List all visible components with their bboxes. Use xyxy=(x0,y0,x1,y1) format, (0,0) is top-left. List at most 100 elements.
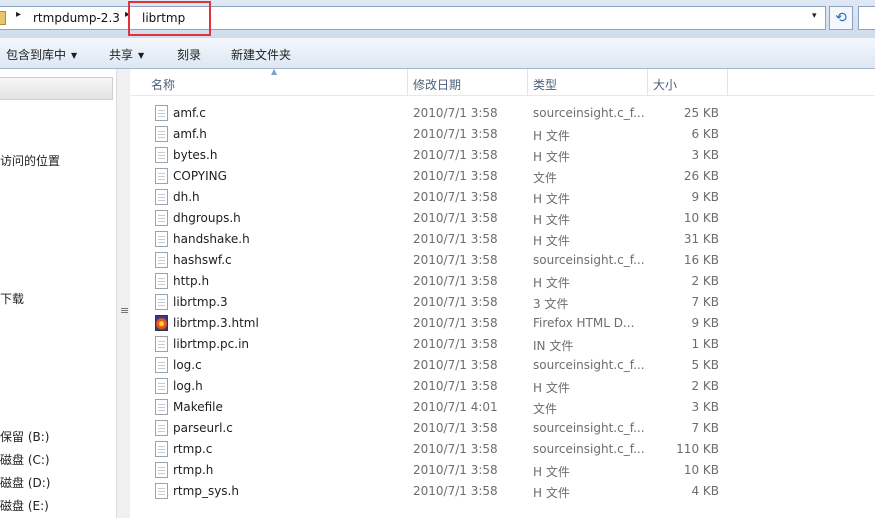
file-row[interactable]: COPYING 2010/7/1 3:58 文件 26 KB xyxy=(131,166,875,187)
nav-selected-item[interactable] xyxy=(0,77,113,100)
file-row[interactable]: rtmp.c 2010/7/1 3:58 sourceinsight.c_f... 1… xyxy=(131,439,875,460)
column-header-name[interactable]: 名称 xyxy=(151,76,175,93)
document-icon xyxy=(155,441,168,457)
nav-item-drive-d[interactable]: 磁盘 (D:) xyxy=(0,474,50,491)
breadcrumb-item-rtmpdump[interactable]: rtmpdump-2.3 xyxy=(33,11,120,25)
file-list: ▲ 名称 修改日期 类型 大小 amf.c 2010/7/1 3:58 source… xyxy=(131,67,875,518)
nav-item-drive-c[interactable]: 磁盘 (C:) xyxy=(0,451,50,468)
file-size: 6 KB xyxy=(691,127,719,141)
file-row[interactable]: log.h 2010/7/1 3:58 H 文件 2 KB xyxy=(131,376,875,397)
file-type: sourceinsight.c_f... xyxy=(533,421,645,435)
file-row[interactable]: rtmp_sys.h 2010/7/1 3:58 H 文件 4 KB xyxy=(131,481,875,502)
file-date: 2010/7/1 3:58 xyxy=(413,337,498,351)
file-size: 110 KB xyxy=(676,442,719,456)
file-size: 2 KB xyxy=(691,379,719,393)
refresh-button[interactable]: ⟲ xyxy=(829,6,853,30)
file-row[interactable]: dh.h 2010/7/1 3:58 H 文件 9 KB xyxy=(131,187,875,208)
file-type: sourceinsight.c_f... xyxy=(533,358,645,372)
file-row[interactable]: dhgroups.h 2010/7/1 3:58 H 文件 10 KB xyxy=(131,208,875,229)
file-row[interactable]: rtmp.h 2010/7/1 3:58 H 文件 10 KB xyxy=(131,460,875,481)
file-row[interactable]: Makefile 2010/7/1 4:01 文件 3 KB xyxy=(131,397,875,418)
nav-item-drive-b[interactable]: 保留 (B:) xyxy=(0,428,49,445)
file-name: dhgroups.h xyxy=(173,211,241,225)
file-row[interactable]: hashswf.c 2010/7/1 3:58 sourceinsight.c_f.… xyxy=(131,250,875,271)
file-type: H 文件 xyxy=(533,150,570,164)
file-row[interactable]: log.c 2010/7/1 3:58 sourceinsight.c_f... 5 … xyxy=(131,355,875,376)
file-name: log.h xyxy=(173,379,203,393)
file-row[interactable]: handshake.h 2010/7/1 3:58 H 文件 31 KB xyxy=(131,229,875,250)
highlight-box xyxy=(128,1,211,36)
file-size: 5 KB xyxy=(691,358,719,372)
column-header-date[interactable]: 修改日期 xyxy=(413,76,461,93)
column-divider[interactable] xyxy=(727,69,728,96)
file-name: hashswf.c xyxy=(173,253,232,267)
firefox-icon xyxy=(155,315,168,331)
file-row[interactable]: amf.c 2010/7/1 3:58 sourceinsight.c_f... 25… xyxy=(131,103,875,124)
file-date: 2010/7/1 3:58 xyxy=(413,274,498,288)
document-icon xyxy=(155,105,168,121)
file-date: 2010/7/1 4:01 xyxy=(413,400,498,414)
chevron-down-icon: ▼ xyxy=(71,51,78,60)
column-divider[interactable] xyxy=(647,69,648,96)
file-type: sourceinsight.c_f... xyxy=(533,106,645,120)
file-type: 文件 xyxy=(533,402,558,416)
file-type: H 文件 xyxy=(533,465,570,479)
document-icon xyxy=(155,147,168,163)
file-date: 2010/7/1 3:58 xyxy=(413,421,498,435)
document-icon xyxy=(155,336,168,352)
document-icon xyxy=(155,210,168,226)
file-name: COPYING xyxy=(173,169,227,183)
file-type: sourceinsight.c_f... xyxy=(533,442,645,456)
file-size: 4 KB xyxy=(691,484,719,498)
column-divider[interactable] xyxy=(407,69,408,96)
file-date: 2010/7/1 3:58 xyxy=(413,379,498,393)
include-in-library-button[interactable]: 包含到库中 ▼ xyxy=(6,46,77,63)
file-date: 2010/7/1 3:58 xyxy=(413,169,498,183)
grip-icon: ≡ xyxy=(120,304,130,317)
file-name: log.c xyxy=(173,358,202,372)
breadcrumb-separator-icon[interactable]: ▸ xyxy=(16,9,21,20)
file-size: 31 KB xyxy=(683,232,719,246)
file-row[interactable]: librtmp.3.html 2010/7/1 3:58 Firefox HTML … xyxy=(131,313,875,334)
file-date: 2010/7/1 3:58 xyxy=(413,127,498,141)
column-header-size[interactable]: 大小 xyxy=(653,76,677,93)
file-name: dh.h xyxy=(173,190,200,204)
document-icon xyxy=(155,378,168,394)
column-divider[interactable] xyxy=(527,69,528,96)
column-header-type[interactable]: 类型 xyxy=(533,76,557,93)
file-size: 7 KB xyxy=(691,421,719,435)
file-row[interactable]: librtmp.pc.in 2010/7/1 3:58 IN 文件 1 KB xyxy=(131,334,875,355)
file-date: 2010/7/1 3:58 xyxy=(413,253,498,267)
file-size: 3 KB xyxy=(691,148,719,162)
new-folder-button[interactable]: 新建文件夹 xyxy=(231,46,291,63)
file-date: 2010/7/1 3:58 xyxy=(413,295,498,309)
breadcrumb[interactable]: ▸ rtmpdump-2.3 ▸ librtmp ▾ xyxy=(0,6,826,30)
nav-item-recent-places[interactable]: 访问的位置 xyxy=(0,152,60,169)
nav-item-drive-e[interactable]: 磁盘 (E:) xyxy=(0,497,49,514)
file-size: 25 KB xyxy=(683,106,719,120)
include-in-library-label: 包含到库中 xyxy=(6,48,67,62)
file-name: rtmp.c xyxy=(173,442,213,456)
file-row[interactable]: amf.h 2010/7/1 3:58 H 文件 6 KB xyxy=(131,124,875,145)
document-icon xyxy=(155,420,168,436)
file-size: 7 KB xyxy=(691,295,719,309)
file-date: 2010/7/1 3:58 xyxy=(413,232,498,246)
nav-splitter[interactable]: ≡ xyxy=(116,69,130,518)
file-date: 2010/7/1 3:58 xyxy=(413,148,498,162)
address-dropdown-icon[interactable]: ▾ xyxy=(812,11,817,21)
file-name: Makefile xyxy=(173,400,223,414)
file-type: IN 文件 xyxy=(533,339,574,353)
burn-button[interactable]: 刻录 xyxy=(177,46,201,63)
command-toolbar: 包含到库中 ▼ 共享 ▼ 刻录 新建文件夹 xyxy=(0,38,875,69)
document-icon xyxy=(155,189,168,205)
sort-ascending-icon: ▲ xyxy=(271,67,278,76)
share-button[interactable]: 共享 ▼ xyxy=(109,46,144,63)
nav-item-downloads[interactable]: 下载 xyxy=(0,290,24,307)
file-date: 2010/7/1 3:58 xyxy=(413,190,498,204)
file-row[interactable]: http.h 2010/7/1 3:58 H 文件 2 KB xyxy=(131,271,875,292)
search-input[interactable] xyxy=(858,6,875,30)
share-label: 共享 xyxy=(109,48,134,62)
file-row[interactable]: parseurl.c 2010/7/1 3:58 sourceinsight.c_f… xyxy=(131,418,875,439)
file-row[interactable]: bytes.h 2010/7/1 3:58 H 文件 3 KB xyxy=(131,145,875,166)
file-row[interactable]: librtmp.3 2010/7/1 3:58 3 文件 7 KB xyxy=(131,292,875,313)
